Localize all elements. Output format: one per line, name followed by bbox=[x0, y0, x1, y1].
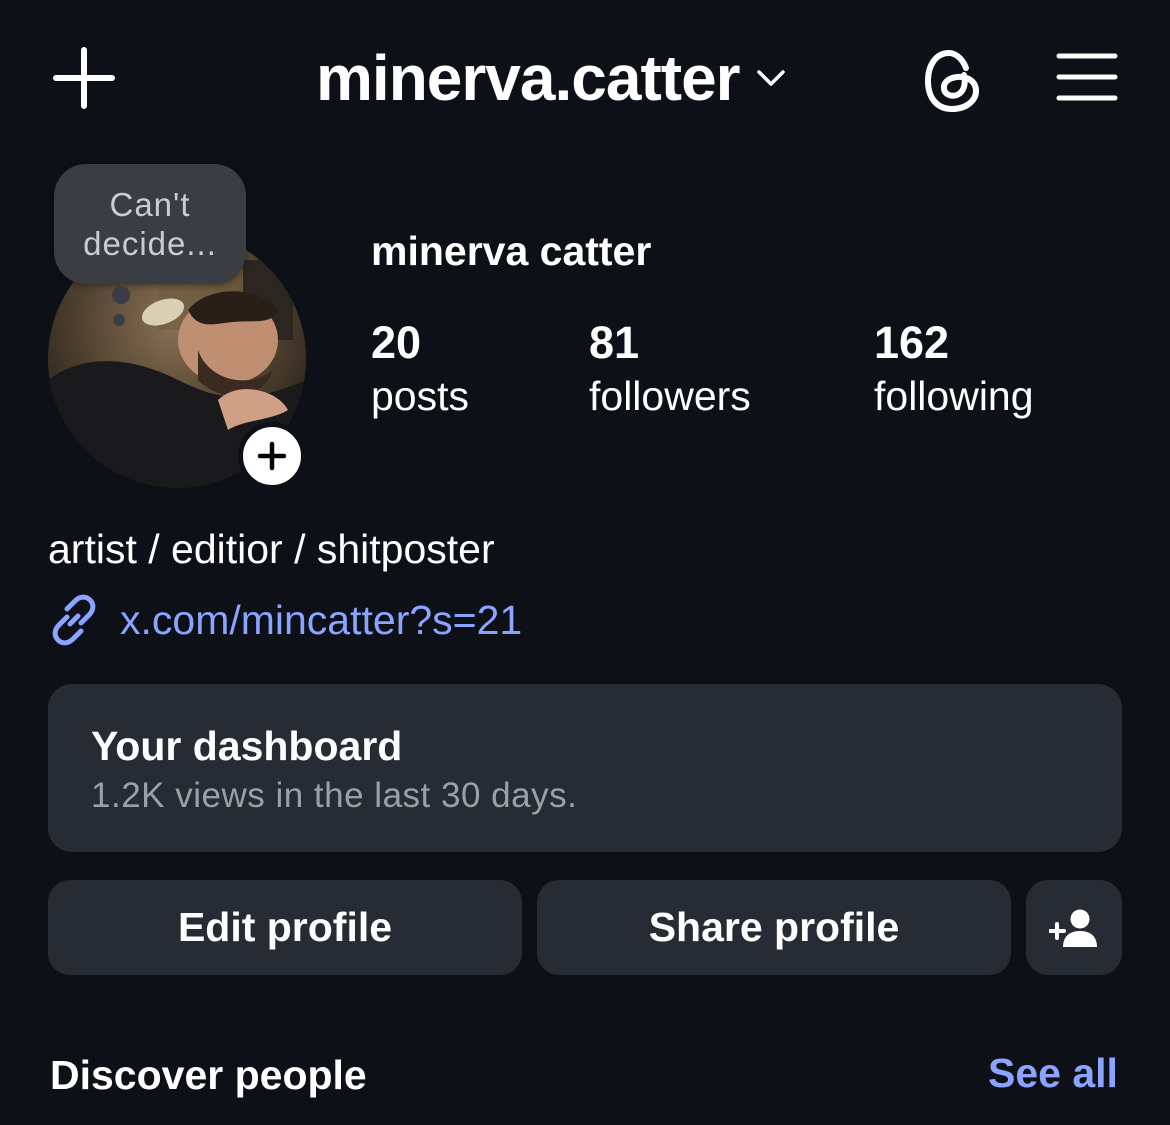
plus-icon bbox=[53, 47, 115, 109]
discover-people-button[interactable] bbox=[1026, 880, 1122, 975]
edit-profile-button[interactable]: Edit profile bbox=[48, 880, 522, 975]
share-profile-button[interactable]: Share profile bbox=[537, 880, 1011, 975]
dashboard-title: Your dashboard bbox=[91, 723, 403, 769]
plus-icon bbox=[257, 441, 287, 471]
note-text-line1: Can't bbox=[109, 186, 191, 223]
note-text-line2: decide... bbox=[83, 225, 217, 262]
dashboard-subtitle: 1.2K views in the last 30 days. bbox=[91, 776, 578, 815]
add-person-icon bbox=[1049, 909, 1097, 947]
stat-label: posts bbox=[371, 373, 469, 419]
stat-label: following bbox=[874, 373, 1034, 419]
account-switcher[interactable]: minerva.catter bbox=[316, 36, 786, 120]
threads-button[interactable] bbox=[916, 44, 990, 118]
username: minerva.catter bbox=[316, 42, 741, 114]
hamburger-menu-icon bbox=[1056, 53, 1118, 101]
dashboard-card[interactable]: Your dashboard 1.2K views in the last 30… bbox=[48, 684, 1122, 852]
profile-bio: artist / editior / shitposter bbox=[48, 526, 495, 572]
threads-icon bbox=[924, 49, 980, 113]
see-all-link[interactable]: See all bbox=[988, 1050, 1118, 1097]
chevron-down-icon bbox=[756, 70, 785, 86]
stat-value: 162 bbox=[874, 317, 950, 368]
stat-value: 20 bbox=[371, 317, 422, 368]
stat-following[interactable]: 162 following bbox=[874, 316, 1034, 422]
stat-value: 81 bbox=[589, 317, 640, 368]
link-icon bbox=[52, 594, 96, 646]
menu-button[interactable] bbox=[1050, 44, 1124, 110]
note-bubble-tail-dot bbox=[112, 286, 130, 304]
new-post-button[interactable] bbox=[46, 40, 122, 116]
stat-followers[interactable]: 81 followers bbox=[589, 316, 751, 422]
stat-label: followers bbox=[589, 373, 751, 419]
add-story-button[interactable] bbox=[238, 422, 306, 490]
note-bubble-tail-dot bbox=[113, 314, 125, 326]
stat-posts[interactable]: 20 posts bbox=[371, 316, 469, 422]
discover-people-title: Discover people bbox=[50, 1052, 367, 1098]
note-bubble[interactable]: Can't decide... bbox=[54, 164, 246, 284]
profile-link[interactable]: x.com/mincatter?s=21 bbox=[48, 594, 522, 646]
profile-full-name: minerva catter bbox=[371, 228, 652, 274]
link-text: x.com/mincatter?s=21 bbox=[120, 596, 523, 643]
